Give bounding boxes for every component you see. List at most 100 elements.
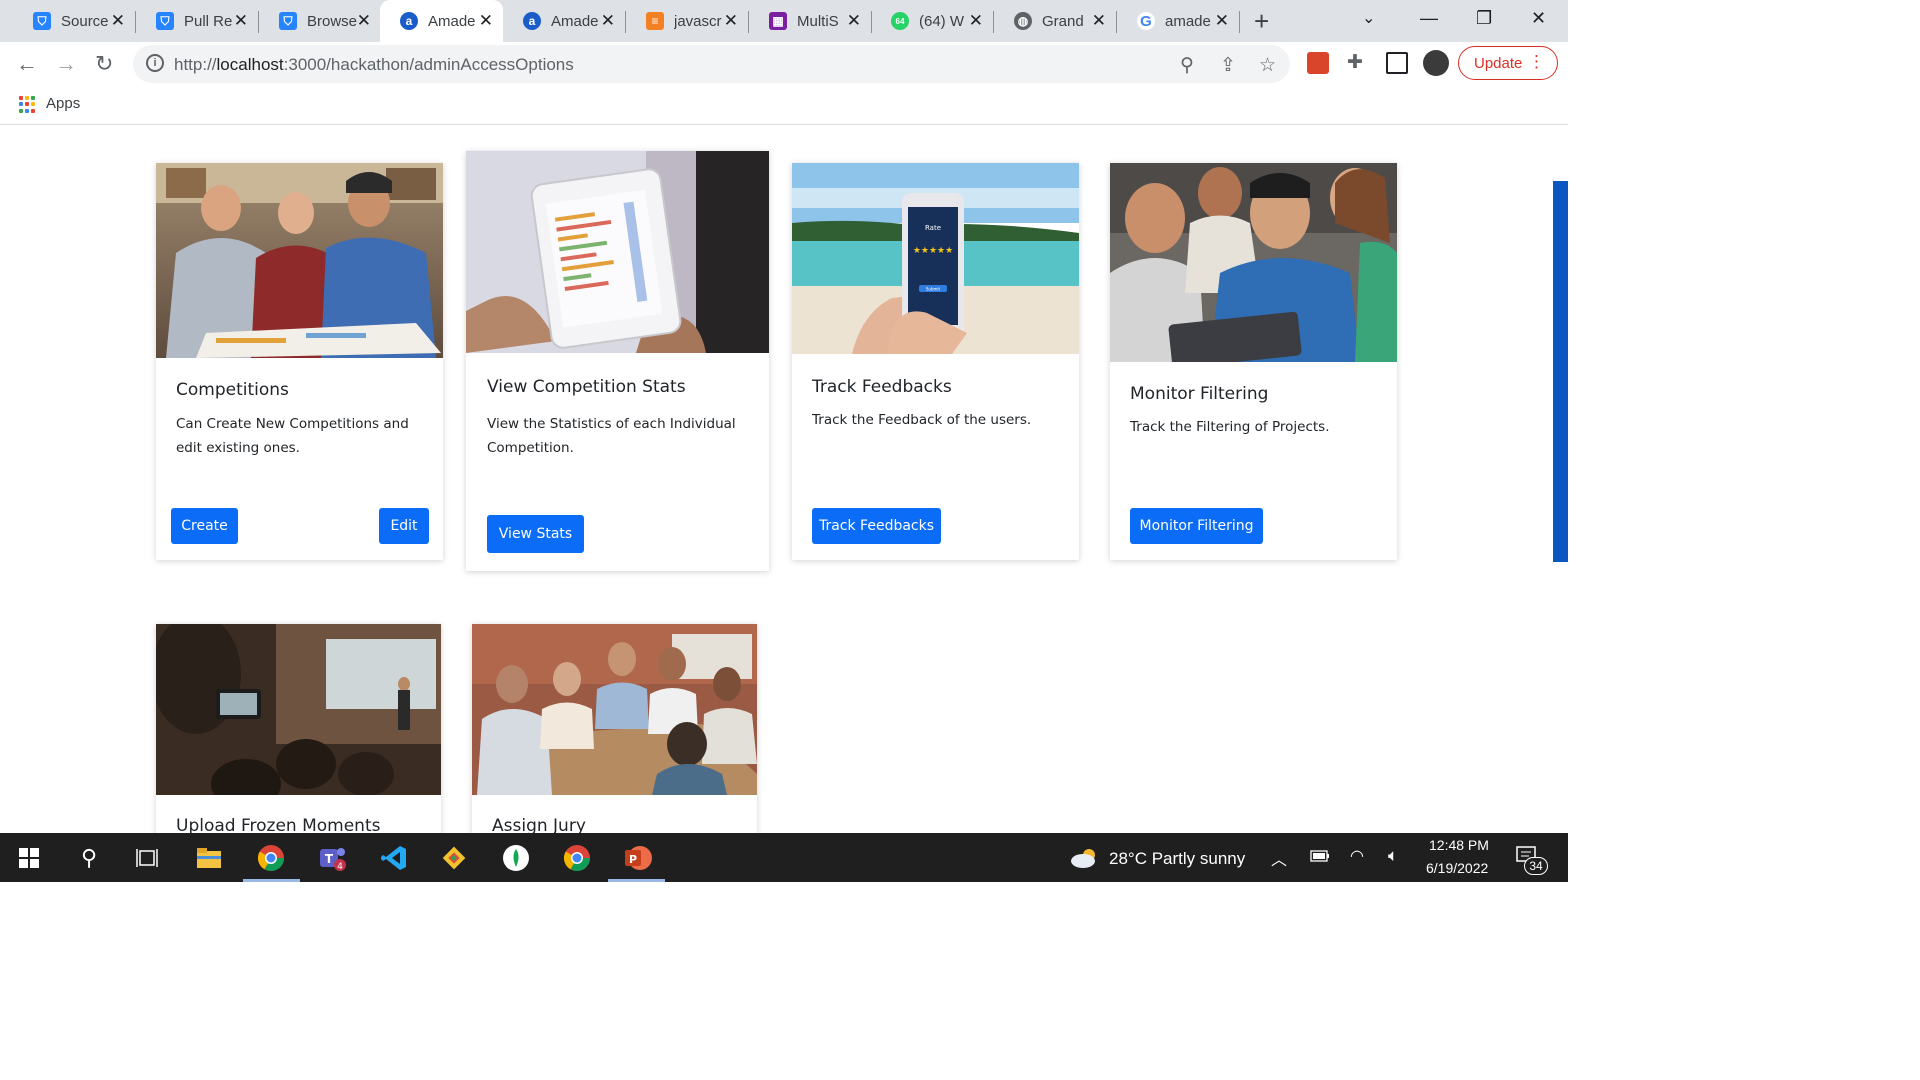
browser-tab[interactable]: ⛉ Browse ✕: [259, 0, 382, 42]
edit-competition-button[interactable]: Edit: [379, 508, 429, 544]
apps-bookmark[interactable]: Apps: [46, 95, 80, 112]
extension-red-icon[interactable]: [1307, 52, 1329, 74]
share-icon[interactable]: ⇪: [1220, 54, 1236, 77]
browser-tab[interactable]: ≡ javascr ✕: [626, 0, 749, 42]
upload-frozen-moments-card: Upload Frozen Moments: [156, 624, 441, 833]
close-tab-icon[interactable]: ✕: [1092, 11, 1106, 31]
menu-dots-icon[interactable]: ⋮: [1528, 52, 1545, 72]
minimize-icon[interactable]: —: [1420, 8, 1438, 29]
bitbucket-icon: ⛉: [279, 12, 297, 30]
weather-text[interactable]: 28°C Partly sunny: [1109, 849, 1245, 869]
card-title: Assign Jury: [492, 816, 586, 833]
chevron-up-icon[interactable]: ︿: [1271, 846, 1287, 870]
close-window-icon[interactable]: ✕: [1531, 8, 1546, 29]
close-tab-icon[interactable]: ✕: [724, 11, 738, 31]
side-panel-icon[interactable]: [1386, 52, 1408, 74]
clock-time[interactable]: 12:48 PM: [1429, 837, 1489, 853]
site-info-icon[interactable]: i: [146, 54, 164, 72]
back-arrow-icon[interactable]: ←: [16, 51, 38, 77]
card-title: Upload Frozen Moments: [176, 816, 381, 833]
close-tab-icon[interactable]: ✕: [234, 11, 248, 31]
task-view-icon[interactable]: [130, 841, 164, 875]
address-bar[interactable]: i http://localhost:3000/hackathon/adminA…: [133, 45, 1290, 83]
battery-icon[interactable]: [1310, 848, 1330, 868]
browser-tab[interactable]: ⛉ Source ✕: [13, 0, 136, 42]
svg-text:4: 4: [337, 862, 343, 872]
browser-toolbar: ← → ↻ i http://localhost:3000/hackathon/…: [0, 42, 1568, 86]
browser-tab-active[interactable]: a Amade ✕: [380, 0, 503, 42]
card-description: Can Create New Competitions and edit exi…: [176, 416, 409, 456]
browser-tab[interactable]: ⛉ Pull Re ✕: [136, 0, 259, 42]
browser-tab[interactable]: G amade ✕: [1117, 0, 1240, 42]
bitbucket-icon: ⛉: [33, 12, 51, 30]
chrome-taskbar-icon[interactable]: [254, 841, 288, 875]
forward-arrow-icon[interactable]: →: [55, 51, 77, 77]
new-tab-icon[interactable]: +: [1254, 6, 1269, 37]
restore-icon[interactable]: ❐: [1476, 8, 1492, 29]
competitions-card: Competitions Can Create New Competitions…: [156, 163, 443, 560]
active-app-indicator: [608, 879, 665, 882]
group-looking-at-tablet-photo: [1110, 163, 1397, 362]
close-tab-icon[interactable]: ✕: [847, 11, 861, 31]
whatsapp-icon: 64: [891, 12, 909, 30]
close-tab-icon[interactable]: ✕: [1215, 11, 1229, 31]
google-icon: G: [1137, 12, 1155, 30]
volume-icon[interactable]: 🔈︎: [1388, 846, 1398, 866]
track-feedbacks-button[interactable]: Track Feedbacks: [812, 508, 941, 544]
stackoverflow-icon: ≡: [646, 12, 664, 30]
svg-text:★★★★★: ★★★★★: [913, 246, 953, 256]
browser-tab[interactable]: 64 (64) W ✕: [871, 0, 994, 42]
powerpoint-icon[interactable]: P: [621, 841, 655, 875]
zoom-icon[interactable]: ⚲: [1180, 54, 1194, 77]
microsoft-icon: ▦: [769, 12, 787, 30]
track-feedbacks-card: Rate ★★★★★ Submit Track Feedbacks Track …: [792, 163, 1079, 560]
team-meeting-table-photo: [472, 624, 757, 795]
avatar[interactable]: [1423, 50, 1449, 76]
tab-title: Amade: [428, 12, 476, 30]
tab-title: Source: [61, 12, 109, 30]
card-description: View the Statistics of each Individual C…: [487, 416, 736, 456]
extensions-puzzle-icon[interactable]: ✚: [1347, 51, 1363, 74]
card-description: Track the Feedback of the users.: [812, 412, 1032, 428]
wifi-icon[interactable]: ◠: [1350, 846, 1364, 866]
phone-submit-text: Submit: [926, 287, 941, 292]
vscode-icon[interactable]: [377, 841, 411, 875]
reload-icon[interactable]: ↻: [95, 51, 113, 77]
clock-date[interactable]: 6/19/2022: [1426, 860, 1488, 876]
card-title: View Competition Stats: [487, 377, 686, 397]
git-icon[interactable]: [437, 841, 471, 875]
active-app-indicator: [243, 879, 300, 882]
card-title: Monitor Filtering: [1130, 384, 1269, 404]
update-button[interactable]: Update ⋮: [1458, 46, 1558, 80]
tab-search-chevron-icon[interactable]: ⌄: [1362, 8, 1375, 28]
card-description: Track the Filtering of Projects.: [1130, 419, 1330, 435]
search-icon[interactable]: ⚲: [72, 841, 106, 875]
tab-title: javascr: [674, 12, 722, 30]
mongodb-compass-icon[interactable]: [499, 841, 533, 875]
browser-tab-strip: ⛉ Source ✕ ⛉ Pull Re ✕ ⛉ Browse ✕ a Amad…: [0, 0, 1568, 42]
windows-start-icon[interactable]: [12, 841, 46, 875]
browser-tab[interactable]: a Amade ✕: [503, 0, 626, 42]
apps-grid-icon[interactable]: [19, 96, 36, 113]
browser-tab[interactable]: ▦ MultiS ✕: [749, 0, 872, 42]
browser-tab[interactable]: ◍ Grand ✕: [994, 0, 1117, 42]
close-tab-icon[interactable]: ✕: [969, 11, 983, 31]
view-stats-button[interactable]: View Stats: [487, 515, 584, 553]
close-tab-icon[interactable]: ✕: [111, 11, 125, 31]
chrome-profile-icon[interactable]: [560, 841, 594, 875]
create-competition-button[interactable]: Create: [171, 508, 238, 544]
close-tab-icon[interactable]: ✕: [601, 11, 615, 31]
teams-icon[interactable]: T4: [315, 841, 349, 875]
close-tab-icon[interactable]: ✕: [357, 11, 371, 31]
bookmark-star-icon[interactable]: ☆: [1259, 54, 1276, 77]
file-explorer-icon[interactable]: [192, 841, 226, 875]
weather-cloud-icon[interactable]: [1068, 841, 1102, 875]
update-label: Update: [1474, 54, 1523, 72]
close-tab-icon[interactable]: ✕: [479, 11, 493, 31]
url-text[interactable]: http://localhost:3000/hackathon/adminAcc…: [174, 55, 574, 75]
tab-title: Amade: [551, 12, 599, 30]
svg-text:P: P: [629, 853, 637, 866]
card-title: Competitions: [176, 380, 289, 400]
monitor-filtering-button[interactable]: Monitor Filtering: [1130, 508, 1263, 544]
tab-title: (64) W: [919, 12, 964, 30]
